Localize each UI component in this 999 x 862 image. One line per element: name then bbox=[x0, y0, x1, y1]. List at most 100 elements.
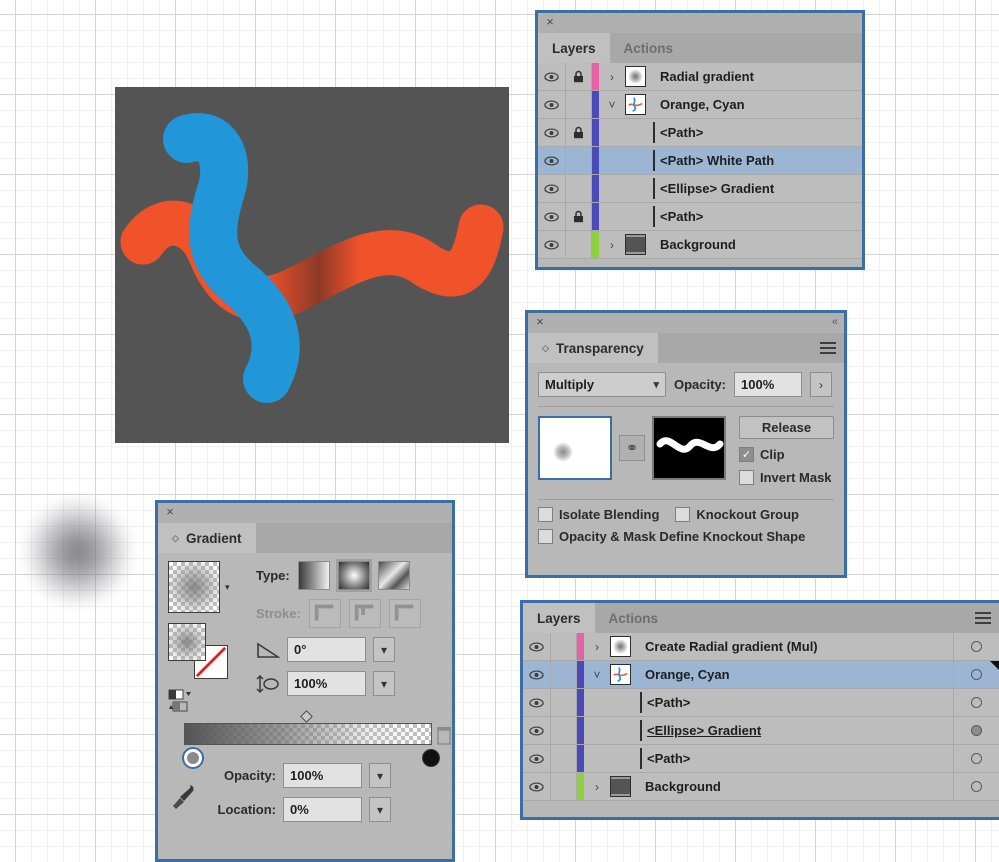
table-row[interactable]: › Background bbox=[538, 231, 862, 259]
panel-menu-icon[interactable] bbox=[820, 342, 836, 354]
aspect-dropdown-button[interactable]: ▾ bbox=[373, 671, 395, 696]
gradient-midpoint-handle[interactable] bbox=[300, 710, 313, 723]
visibility-toggle[interactable] bbox=[523, 717, 551, 744]
visibility-toggle[interactable] bbox=[523, 661, 551, 688]
lock-toggle[interactable] bbox=[566, 119, 592, 146]
gradient-stop-1[interactable] bbox=[422, 749, 440, 767]
visibility-toggle[interactable] bbox=[538, 91, 566, 118]
layer-thumbnail[interactable] bbox=[625, 122, 655, 143]
type-radial-button[interactable] bbox=[335, 559, 372, 592]
lock-toggle[interactable] bbox=[566, 147, 592, 174]
fill-swatch[interactable] bbox=[168, 623, 206, 661]
stroke-along-button[interactable] bbox=[348, 599, 381, 628]
gradient-preview-swatch[interactable] bbox=[168, 561, 220, 613]
lock-toggle[interactable] bbox=[566, 91, 592, 118]
close-icon[interactable]: × bbox=[544, 15, 556, 28]
layer-thumbnail[interactable] bbox=[610, 636, 638, 657]
table-row[interactable]: <Path> bbox=[523, 745, 999, 773]
tab-gradient[interactable]: ◇ Gradient bbox=[158, 523, 256, 553]
clip-checkbox[interactable]: ✓ Clip bbox=[739, 447, 834, 462]
expand-toggle[interactable]: › bbox=[599, 70, 625, 84]
layer-thumbnail[interactable] bbox=[610, 720, 642, 741]
visibility-toggle[interactable] bbox=[523, 773, 551, 800]
gradient-location-dropdown[interactable]: ▾ bbox=[369, 797, 391, 822]
gradient-location-input[interactable]: 0% bbox=[283, 797, 362, 822]
gradient-stop-0[interactable] bbox=[184, 749, 202, 767]
eyedropper-icon[interactable] bbox=[170, 781, 196, 811]
layer-thumbnail[interactable] bbox=[610, 664, 638, 685]
visibility-toggle[interactable] bbox=[523, 633, 551, 660]
lock-toggle[interactable] bbox=[551, 689, 577, 716]
visibility-toggle[interactable] bbox=[523, 689, 551, 716]
layer-thumbnail[interactable] bbox=[625, 150, 655, 171]
visibility-toggle[interactable] bbox=[538, 231, 566, 258]
opacity-mask-thumbnail[interactable] bbox=[652, 416, 726, 480]
aspect-input[interactable]: 100% bbox=[287, 671, 366, 696]
table-row[interactable]: ˅ Orange, Cyan bbox=[538, 91, 862, 119]
visibility-toggle[interactable] bbox=[538, 175, 566, 202]
opacity-mask-knockout-checkbox[interactable]: Opacity & Mask Define Knockout Shape bbox=[538, 529, 834, 544]
tab-layers[interactable]: Layers bbox=[538, 33, 610, 63]
table-row[interactable]: <Ellipse> Gradient bbox=[538, 175, 862, 203]
visibility-toggle[interactable] bbox=[538, 119, 566, 146]
stroke-within-button[interactable] bbox=[308, 599, 341, 628]
close-icon[interactable]: × bbox=[164, 505, 176, 518]
visibility-toggle[interactable] bbox=[538, 63, 566, 90]
lock-toggle[interactable] bbox=[551, 773, 577, 800]
layer-thumbnail[interactable] bbox=[625, 206, 655, 227]
lock-toggle[interactable] bbox=[566, 63, 592, 90]
isolate-blending-checkbox[interactable]: Isolate Blending bbox=[538, 507, 659, 522]
opacity-more-button[interactable]: › bbox=[810, 372, 833, 397]
expand-toggle[interactable]: ˅ bbox=[584, 668, 610, 682]
table-row[interactable]: › Background bbox=[523, 773, 999, 801]
table-row[interactable]: <Path> bbox=[538, 203, 862, 231]
type-linear-button[interactable] bbox=[297, 561, 330, 590]
type-freeform-button[interactable] bbox=[377, 561, 410, 590]
tab-actions[interactable]: Actions bbox=[610, 33, 688, 63]
tab-transparency[interactable]: ◇ Transparency bbox=[528, 333, 658, 363]
gradient-opacity-input[interactable]: 100% bbox=[283, 763, 362, 788]
expand-toggle[interactable]: › bbox=[584, 640, 610, 654]
lock-toggle[interactable] bbox=[551, 717, 577, 744]
panel-menu-icon[interactable] bbox=[975, 612, 991, 624]
layer-thumbnail[interactable] bbox=[625, 94, 653, 115]
table-row[interactable]: <Path> bbox=[523, 689, 999, 717]
target-indicator[interactable] bbox=[953, 773, 999, 800]
target-indicator[interactable] bbox=[953, 717, 999, 744]
gradient-slider[interactable] bbox=[174, 709, 451, 767]
table-row[interactable]: <Path> White Path bbox=[538, 147, 862, 175]
delete-stop-icon[interactable] bbox=[436, 725, 452, 745]
expand-toggle[interactable]: › bbox=[584, 780, 610, 794]
lock-toggle[interactable] bbox=[551, 661, 577, 688]
opacity-input[interactable]: 100% bbox=[734, 372, 803, 397]
target-indicator[interactable] bbox=[953, 633, 999, 660]
release-button[interactable]: Release bbox=[739, 416, 834, 439]
knockout-group-checkbox[interactable]: Knockout Group bbox=[675, 507, 799, 522]
lock-toggle[interactable] bbox=[551, 745, 577, 772]
table-row[interactable]: <Path> bbox=[538, 119, 862, 147]
visibility-toggle[interactable] bbox=[523, 745, 551, 772]
table-row[interactable]: ˅ Orange, Cyan bbox=[523, 661, 999, 689]
layer-thumbnail[interactable] bbox=[610, 776, 638, 797]
table-row[interactable]: › Create Radial gradient (Mul) bbox=[523, 633, 999, 661]
lock-toggle[interactable] bbox=[566, 175, 592, 202]
target-indicator[interactable] bbox=[953, 745, 999, 772]
visibility-toggle[interactable] bbox=[538, 147, 566, 174]
layer-thumbnail[interactable] bbox=[610, 692, 642, 713]
expand-toggle[interactable]: › bbox=[599, 238, 625, 252]
blend-mode-select[interactable]: Multiply ▾ bbox=[538, 372, 666, 397]
gradient-ramp[interactable] bbox=[184, 723, 432, 745]
target-indicator[interactable] bbox=[953, 689, 999, 716]
lock-toggle[interactable] bbox=[551, 633, 577, 660]
stroke-across-button[interactable] bbox=[388, 599, 421, 628]
artwork-thumbnail[interactable] bbox=[538, 416, 612, 480]
layer-thumbnail[interactable] bbox=[610, 748, 642, 769]
table-row[interactable]: <Ellipse> Gradient bbox=[523, 717, 999, 745]
link-mask-icon[interactable]: ⚭ bbox=[619, 435, 645, 461]
invert-mask-checkbox[interactable]: Invert Mask bbox=[739, 470, 834, 485]
tab-layers[interactable]: Layers bbox=[523, 603, 595, 633]
table-row[interactable]: › Radial gradient bbox=[538, 63, 862, 91]
angle-dropdown-button[interactable]: ▾ bbox=[373, 637, 395, 662]
layer-thumbnail[interactable] bbox=[625, 66, 653, 87]
tab-actions[interactable]: Actions bbox=[595, 603, 673, 633]
